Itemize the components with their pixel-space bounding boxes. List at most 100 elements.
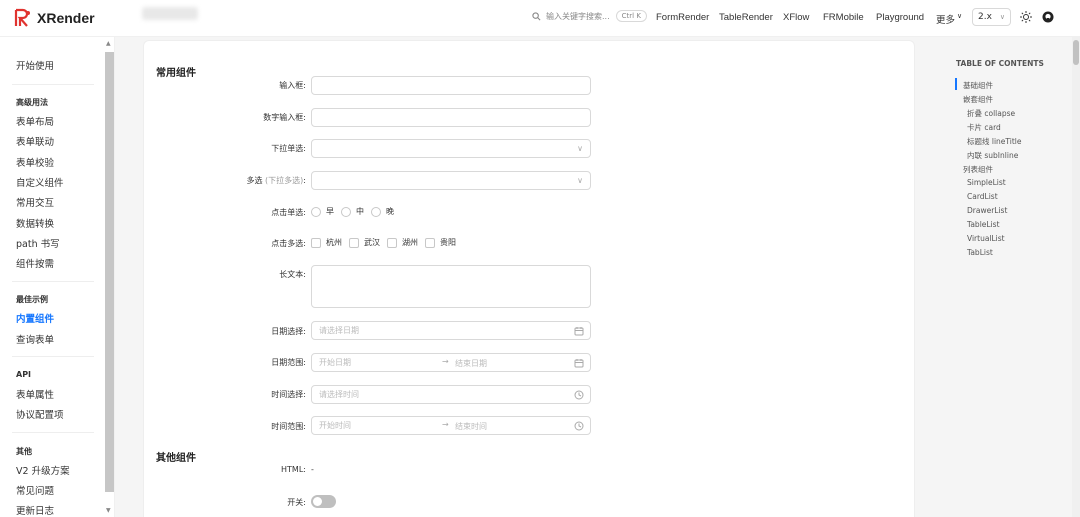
toc-item[interactable]: TableList [967, 220, 1000, 229]
nav-tablerender[interactable]: TableRender [719, 12, 773, 23]
scroll-up-icon[interactable]: ▲ [106, 40, 113, 47]
sidebar-item-path[interactable]: path 书写 [16, 236, 60, 250]
sidebar-group-other: 其他 [16, 447, 32, 456]
toc-item[interactable]: DrawerList [967, 206, 1007, 215]
multi-select[interactable]: ∨ [311, 171, 591, 190]
long-text-textarea[interactable] [311, 265, 591, 308]
sidebar-item-data-transform[interactable]: 数据转换 [16, 216, 54, 230]
toc-item[interactable]: CardList [967, 192, 998, 201]
switch-knob [313, 497, 322, 506]
toc-title: TABLE OF CONTENTS [956, 59, 1044, 68]
toc-item[interactable]: 内联 subInline [967, 150, 1018, 161]
single-select[interactable]: ∨ [311, 139, 591, 158]
page-scrollbar-thumb[interactable] [1073, 40, 1079, 65]
checkbox-option-huzhou[interactable]: 湖州 [387, 237, 418, 248]
sidebar-item-getting-started[interactable]: 开始使用 [16, 58, 54, 72]
html-label: HTML: [281, 465, 306, 474]
radio-option-label: 晚 [386, 207, 394, 216]
sidebar-item-search-form[interactable]: 查询表单 [16, 332, 54, 346]
sidebar-item-builtin-widgets[interactable]: 内置组件 [16, 311, 54, 325]
checkbox-option-guiyang[interactable]: 贵阳 [425, 237, 456, 248]
checkbox-option-hangzhou[interactable]: 杭州 [311, 237, 342, 248]
radio-option-label: 早 [326, 207, 334, 216]
sidebar-item-form-layout[interactable]: 表单布局 [16, 114, 54, 128]
toc-active-indicator [955, 78, 957, 90]
left-sidebar [0, 37, 115, 517]
toggle-switch[interactable] [311, 495, 336, 508]
toc-item[interactable]: 标题线 lineTitle [967, 136, 1022, 147]
timerange-start: 开始时间 [319, 421, 351, 430]
sidebar-scrollbar[interactable] [105, 52, 114, 492]
sidebar-item-on-demand[interactable]: 组件按需 [16, 256, 54, 270]
brand-logo[interactable]: XRender [14, 8, 95, 28]
switch-label: 开关: [287, 498, 306, 507]
date-range-picker[interactable]: 开始日期 → 结束日期 [311, 353, 591, 372]
sidebar-item-form-linkage[interactable]: 表单联动 [16, 134, 54, 148]
checkbox-box [425, 237, 435, 248]
date-placeholder: 请选择日期 [319, 326, 359, 335]
multiselect-label-colon: : [303, 176, 306, 185]
date-label: 日期选择: [271, 327, 306, 336]
number-input[interactable] [311, 108, 591, 127]
toc-item[interactable]: TabList [967, 248, 993, 257]
search-box[interactable]: 输入关键字搜索... Ctrl K [532, 10, 647, 22]
sidebar-item-changelog[interactable]: 更新日志 [16, 503, 54, 517]
select-label: 下拉单选: [271, 144, 306, 153]
sidebar-item-schema-config[interactable]: 协议配置项 [16, 407, 64, 421]
blurred-header-text [142, 7, 198, 20]
search-placeholder: 输入关键字搜索... [546, 11, 610, 21]
radio-label: 点击单选: [271, 208, 306, 217]
arrow-right-icon: → [442, 357, 449, 366]
timerange-end: 结束时间 [455, 422, 487, 431]
search-icon [532, 11, 541, 20]
date-picker[interactable]: 请选择日期 [311, 321, 591, 340]
toc-item[interactable]: 卡片 card [967, 122, 1001, 133]
radio-option-noon[interactable]: 中 [341, 206, 364, 217]
radio-option-morning[interactable]: 早 [311, 206, 334, 217]
version-select[interactable]: 2.x ∨ [972, 8, 1011, 26]
text-input[interactable] [311, 76, 591, 95]
daterange-label: 日期范围: [271, 358, 306, 367]
nav-more[interactable]: 更多 ∨ [936, 12, 962, 26]
xrender-logo-icon [14, 8, 30, 27]
sidebar-item-interaction[interactable]: 常用交互 [16, 195, 54, 209]
nav-playground[interactable]: Playground [876, 12, 924, 23]
sidebar-item-faq[interactable]: 常见问题 [16, 483, 54, 497]
multiselect-label-text: 多选 [246, 176, 263, 185]
checkbox-option-label: 湖州 [402, 238, 418, 247]
sidebar-divider [12, 356, 94, 357]
page-scrollbar[interactable] [1072, 37, 1080, 517]
top-header: XRender 输入关键字搜索... Ctrl K FormRender Tab… [0, 0, 1080, 37]
radio-circle [311, 206, 321, 217]
brand-name: XRender [37, 10, 95, 26]
sidebar-item-form-props[interactable]: 表单属性 [16, 387, 54, 401]
nav-frmobile[interactable]: FRMobile [823, 12, 864, 23]
sun-icon[interactable] [1020, 11, 1032, 23]
toc-item[interactable]: 嵌套组件 [963, 94, 993, 105]
calendar-icon [574, 327, 584, 336]
search-shortcut-badge: Ctrl K [615, 10, 647, 22]
toc-item[interactable]: VirtualList [967, 234, 1005, 243]
arrow-right-icon: → [442, 420, 449, 429]
toc-item[interactable]: 列表组件 [963, 164, 993, 175]
scroll-down-icon[interactable]: ▼ [106, 507, 113, 514]
checkbox-option-wuhan[interactable]: 武汉 [349, 237, 380, 248]
textarea-label: 长文本: [279, 270, 306, 279]
sidebar-divider [12, 432, 94, 433]
sidebar-group-api: API [16, 370, 32, 379]
chevron-down-icon: ∨ [999, 13, 1005, 21]
toc-item[interactable]: 基础组件 [963, 80, 993, 91]
sidebar-item-form-validation[interactable]: 表单校验 [16, 155, 54, 169]
sidebar-item-v2-upgrade[interactable]: V2 升级方案 [16, 463, 70, 477]
nav-formrender[interactable]: FormRender [656, 12, 709, 23]
sidebar-divider [12, 84, 94, 85]
sidebar-group-best-practice: 最佳示例 [16, 295, 48, 304]
toc-item[interactable]: SimpleList [967, 178, 1006, 187]
sidebar-item-custom-widget[interactable]: 自定义组件 [16, 175, 64, 189]
time-picker[interactable]: 请选择时间 [311, 385, 591, 404]
github-icon[interactable] [1042, 11, 1054, 23]
radio-option-evening[interactable]: 晚 [371, 206, 394, 217]
time-range-picker[interactable]: 开始时间 → 结束时间 [311, 416, 591, 435]
nav-xflow[interactable]: XFlow [783, 12, 809, 23]
toc-item[interactable]: 折叠 collapse [967, 108, 1015, 119]
